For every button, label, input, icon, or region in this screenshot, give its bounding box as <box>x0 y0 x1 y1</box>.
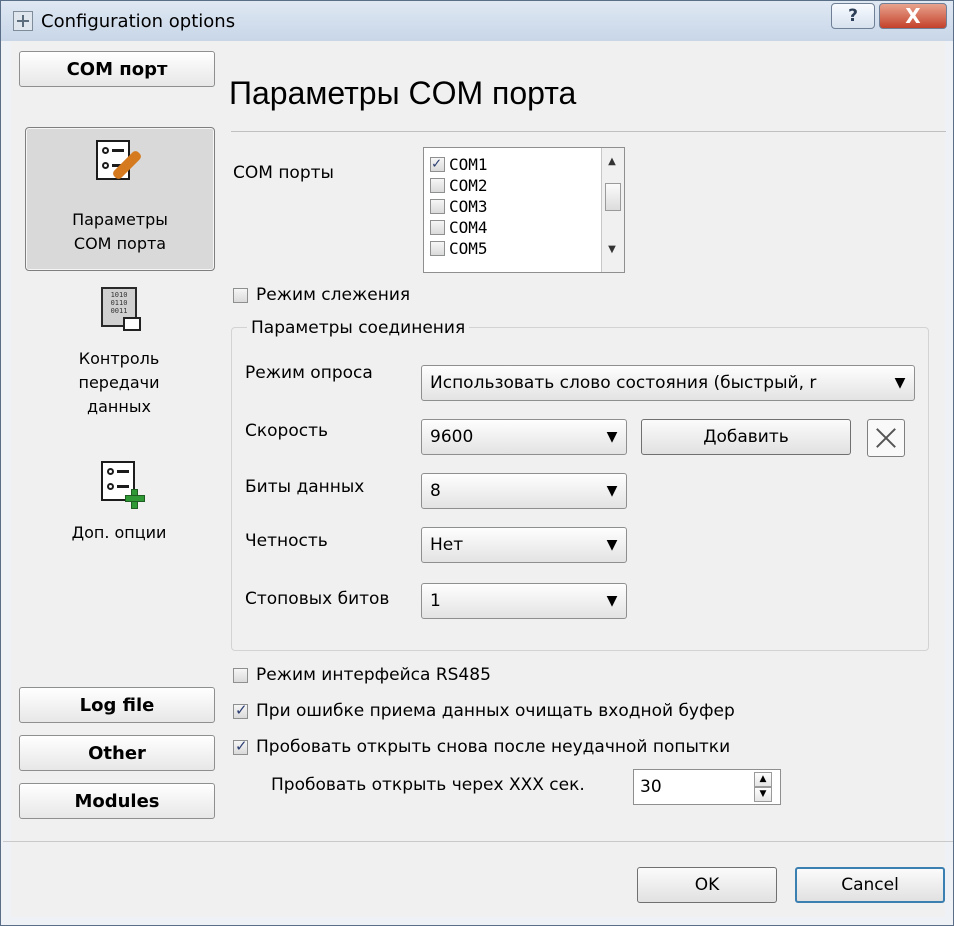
spin-up-icon[interactable]: ▲ <box>754 772 772 787</box>
sidebar-item-extra-options[interactable]: Доп. опции <box>25 461 213 551</box>
stop-bits-dropdown[interactable]: 1 ▼ <box>421 583 627 619</box>
log-file-button[interactable]: Log file <box>19 687 215 723</box>
data-bits-label: Биты данных <box>245 477 365 497</box>
spin-down-icon[interactable]: ▼ <box>754 787 772 802</box>
list-item[interactable]: COM4 <box>430 217 488 238</box>
rs485-checkbox[interactable]: Режим интерфейса RS485 <box>233 665 491 685</box>
title-bar: Configuration options ? X <box>1 1 953 41</box>
retry-seconds-label: Пробовать открыть черех XXX сек. <box>271 775 585 795</box>
ok-button[interactable]: OK <box>637 867 777 903</box>
checkbox[interactable] <box>430 199 445 214</box>
delete-speed-button[interactable] <box>867 419 905 457</box>
title-divider <box>231 131 946 132</box>
checkbox[interactable] <box>430 178 445 193</box>
list-item[interactable]: COM3 <box>430 196 488 217</box>
add-speed-button[interactable]: Добавить <box>641 419 851 455</box>
parity-dropdown[interactable]: Нет ▼ <box>421 527 627 563</box>
scroll-up-arrow-icon[interactable]: ▲ <box>606 156 618 167</box>
chevron-down-icon: ▼ <box>606 483 618 499</box>
com-ports-label: COM порты <box>233 163 334 183</box>
chevron-down-icon: ▼ <box>606 429 618 445</box>
spin-buttons: ▲ ▼ <box>750 770 780 804</box>
close-button[interactable]: X <box>879 3 947 29</box>
com-ports-list[interactable]: COM1 COM2 COM3 COM4 COM5 ▲ ▼ <box>423 147 625 273</box>
app-icon <box>13 11 33 31</box>
modules-button[interactable]: Modules <box>19 783 215 819</box>
checkbox[interactable] <box>233 701 248 719</box>
checkbox[interactable] <box>233 737 248 755</box>
data-bits-dropdown[interactable]: 8 ▼ <box>421 473 627 509</box>
cancel-button[interactable]: Cancel <box>795 867 945 903</box>
sidebar-item-label: Контроль передачи данных <box>78 349 160 416</box>
page-title: Параметры COM порта <box>229 75 577 111</box>
list-item[interactable]: COM2 <box>430 175 488 196</box>
configuration-window: Configuration options ? X COM порт Парам… <box>0 0 954 926</box>
speed-dropdown[interactable]: 9600 ▼ <box>421 419 627 455</box>
checkbox[interactable] <box>430 154 445 172</box>
window-title: Configuration options <box>41 11 236 32</box>
scroll-down-arrow-icon[interactable]: ▼ <box>606 244 618 255</box>
settings-wrench-icon <box>96 140 144 188</box>
checkbox[interactable] <box>430 220 445 235</box>
poll-mode-dropdown[interactable]: Использовать слово состояния (быстрый, r… <box>421 365 915 401</box>
sidebar-item-data-control[interactable]: 1010 0110 0011 Контроль передачи данных <box>25 283 213 433</box>
speed-label: Скорость <box>245 421 328 441</box>
clear-buffer-checkbox[interactable]: При ошибке приема данных очищать входной… <box>233 701 735 721</box>
tracking-mode-checkbox[interactable]: Режим слежения <box>233 285 410 305</box>
retry-open-checkbox[interactable]: Пробовать открыть снова после неудачной … <box>233 737 730 757</box>
checkbox[interactable] <box>233 287 248 303</box>
retry-seconds-spinner[interactable]: 30 ▲ ▼ <box>633 769 781 805</box>
checkbox[interactable] <box>430 241 445 256</box>
sidebar-item-com-params[interactable]: Параметры COM порта <box>25 127 215 271</box>
list-item[interactable]: COM1 <box>430 154 488 175</box>
chevron-down-icon: ▼ <box>606 537 618 553</box>
sidebar-item-label: Доп. опции <box>71 523 167 542</box>
poll-mode-label: Режим опроса <box>245 363 373 383</box>
checkbox[interactable] <box>233 667 248 683</box>
stop-bits-label: Стоповых битов <box>245 589 390 609</box>
com-port-button[interactable]: COM порт <box>19 51 215 87</box>
chevron-down-icon: ▼ <box>894 375 906 391</box>
binary-data-icon: 1010 0110 0011 <box>95 283 143 331</box>
chevron-down-icon: ▼ <box>606 593 618 609</box>
help-button[interactable]: ? <box>831 3 875 29</box>
document-plus-icon <box>95 461 145 509</box>
other-button[interactable]: Other <box>19 735 215 771</box>
footer-divider <box>3 841 953 842</box>
scroll-thumb[interactable] <box>605 183 621 211</box>
sidebar-item-label: Параметры COM порта <box>72 210 168 253</box>
parity-label: Четность <box>245 531 328 551</box>
com-ports-scrollbar[interactable]: ▲ ▼ <box>601 148 624 272</box>
connection-params-group-title: Параметры соединения <box>247 318 470 338</box>
list-item[interactable]: COM5 <box>430 238 488 259</box>
retry-seconds-value: 30 <box>640 777 662 797</box>
